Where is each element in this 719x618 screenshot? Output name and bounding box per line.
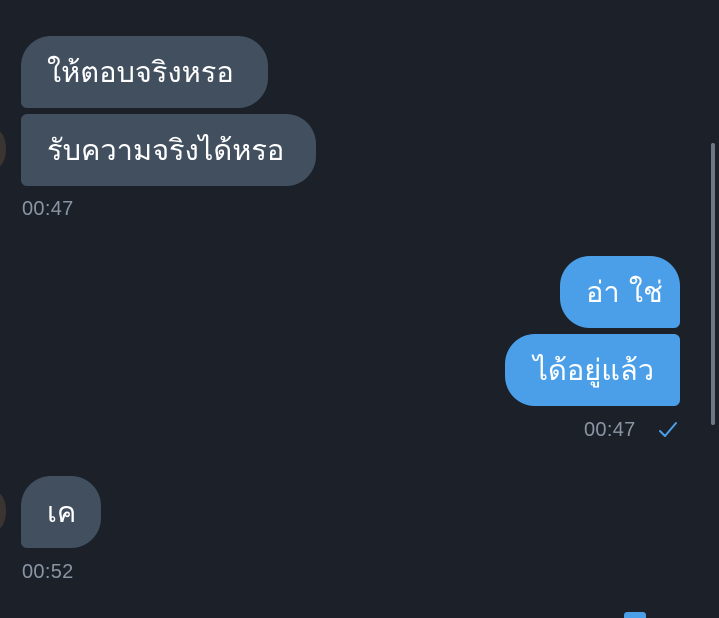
message-bubble-outgoing[interactable]: อ่า ใช่ bbox=[560, 256, 680, 328]
message-bubble-outgoing[interactable]: ได้อยู่แล้ว bbox=[505, 334, 680, 406]
partial-outgoing-bubble bbox=[624, 612, 646, 618]
message-bubble-incoming[interactable]: ให้ตอบจริงหรอ bbox=[21, 36, 268, 108]
sender-avatar[interactable] bbox=[0, 492, 6, 530]
sent-check-icon bbox=[659, 422, 677, 437]
message-bubble-incoming[interactable]: เค bbox=[21, 476, 101, 548]
sender-avatar[interactable] bbox=[0, 130, 6, 168]
chat-screen[interactable]: ให้ตอบจริงหรอ รับความจริงได้หรอ 00:47 อ่… bbox=[0, 0, 719, 618]
message-timestamp: 00:52 bbox=[22, 561, 74, 583]
message-timestamp: 00:47 bbox=[584, 419, 636, 441]
chat-scrollbar[interactable] bbox=[711, 143, 715, 425]
message-bubble-incoming[interactable]: รับความจริงได้หรอ bbox=[21, 114, 316, 186]
message-timestamp: 00:47 bbox=[22, 198, 74, 220]
